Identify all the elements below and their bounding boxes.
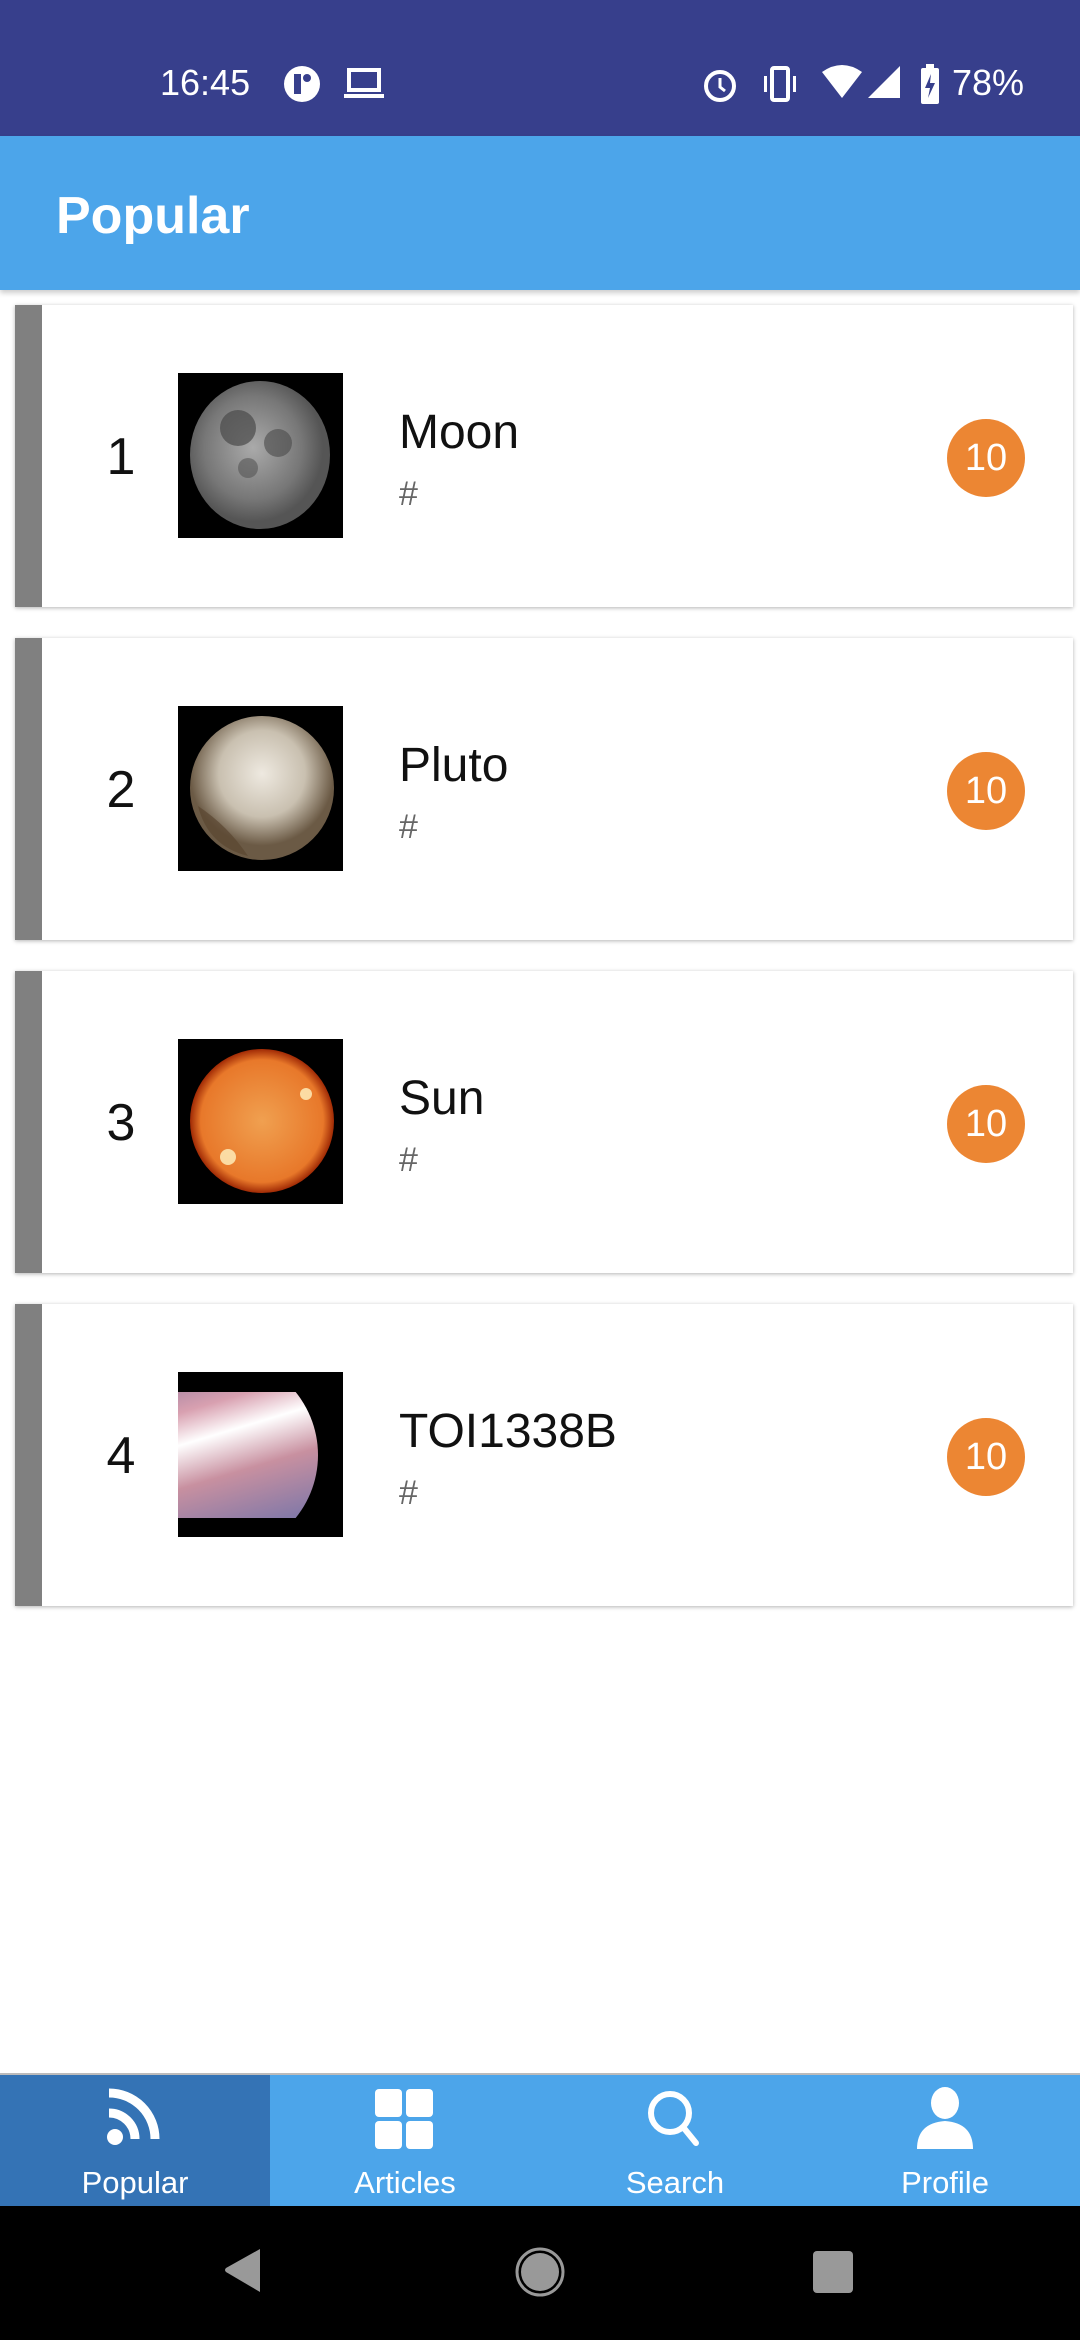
rank-strip (15, 305, 42, 607)
signal-icon (868, 66, 900, 98)
rank-strip (15, 1304, 42, 1606)
count-badge: 10 (947, 419, 1025, 497)
rank-number: 3 (106, 1094, 136, 1152)
vibrate-icon (764, 66, 796, 102)
bottom-nav: Popular Articles Search Profile (0, 2073, 1080, 2206)
tab-articles[interactable]: Articles (270, 2075, 540, 2206)
moon-image (178, 373, 343, 538)
status-bar: 16:45 78% (0, 0, 1080, 136)
clock: 16:45 (160, 62, 251, 103)
grid-icon (375, 2089, 433, 2149)
tab-label: Search (625, 2165, 725, 2200)
list-item[interactable]: 2 Pluto # 10 (15, 638, 1073, 940)
battery-level: 78% (952, 62, 1025, 103)
item-title: Sun (399, 1072, 485, 1125)
list-item[interactable]: 1 Moon # 10 (15, 305, 1073, 607)
tab-label: Articles (354, 2165, 456, 2200)
search-icon (648, 2091, 699, 2146)
list-item[interactable]: 3 Sun # 10 (15, 971, 1073, 1273)
exoplanet-image (178, 1372, 343, 1537)
pluto-image (178, 706, 343, 871)
sun-image (178, 1039, 343, 1204)
list-item[interactable]: 4 TOI1338B # 10 (15, 1304, 1073, 1606)
wifi-icon (822, 65, 862, 98)
count-badge: 10 (947, 1418, 1025, 1496)
recents-icon[interactable] (812, 2250, 854, 2294)
app-icon (284, 66, 320, 102)
alarm-icon (704, 70, 736, 102)
tab-label: Popular (81, 2165, 189, 2200)
count-badge: 10 (947, 752, 1025, 830)
item-title: Pluto (399, 739, 509, 792)
rank-number: 4 (106, 1427, 136, 1485)
rank-number: 2 (106, 761, 136, 819)
system-nav-bar (0, 2206, 1080, 2340)
laptop-icon (344, 68, 384, 98)
item-subtitle: # (399, 808, 418, 846)
item-title: TOI1338B (399, 1405, 617, 1458)
tab-popular[interactable]: Popular (0, 2075, 270, 2206)
tab-profile[interactable]: Profile (810, 2075, 1080, 2206)
count-badge: 10 (947, 1085, 1025, 1163)
home-icon[interactable] (514, 2246, 566, 2298)
tab-label: Profile (901, 2165, 989, 2200)
item-subtitle: # (399, 475, 418, 513)
app-bar: Popular (0, 136, 1080, 290)
rank-number: 1 (106, 428, 136, 486)
battery-charging-icon (921, 64, 939, 104)
rank-strip (15, 971, 42, 1273)
person-icon (917, 2087, 973, 2149)
item-subtitle: # (399, 1474, 418, 1512)
item-subtitle: # (399, 1141, 418, 1179)
tab-search[interactable]: Search (540, 2075, 810, 2206)
rss-icon (107, 2088, 160, 2145)
page-title: Popular (56, 187, 250, 245)
item-title: Moon (399, 406, 520, 459)
rank-strip (15, 638, 42, 940)
back-icon[interactable] (222, 2246, 262, 2296)
